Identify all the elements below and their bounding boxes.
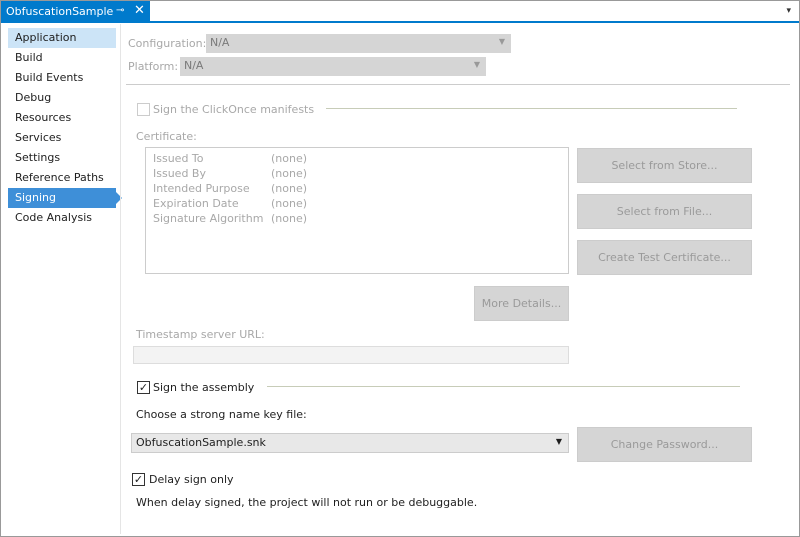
select-from-file-button[interactable]: Select from File...	[577, 194, 752, 229]
tab-obfuscation-sample[interactable]: ObfuscationSample ⊸ ✕	[1, 1, 150, 23]
sidebar-item-services[interactable]: Services	[8, 128, 116, 148]
cert-row: Expiration Date (none)	[153, 197, 308, 210]
configuration-select[interactable]: N/A ▼	[206, 34, 511, 53]
cert-row: Issued To (none)	[153, 152, 308, 165]
sidebar-item-reference-paths[interactable]: Reference Paths	[8, 168, 116, 188]
delay-sign-note: When delay signed, the project will not …	[136, 496, 478, 509]
platform-label: Platform:	[128, 60, 179, 73]
more-details-button[interactable]: More Details...	[474, 286, 569, 321]
configuration-value: N/A	[210, 36, 230, 49]
sidebar-item-settings[interactable]: Settings	[8, 148, 116, 168]
chevron-down-icon: ▼	[555, 437, 562, 446]
clickonce-checkbox[interactable]	[137, 103, 150, 116]
configuration-label: Configuration:	[128, 37, 207, 50]
platform-select[interactable]: N/A ▼	[180, 57, 486, 76]
pin-icon[interactable]: ⊸	[116, 5, 124, 16]
cert-row: Signature Algorithm (none)	[153, 212, 308, 225]
change-password-button[interactable]: Change Password...	[577, 427, 752, 462]
delay-sign-label: Delay sign only	[149, 473, 234, 486]
divider	[126, 84, 790, 85]
sign-assembly-label: Sign the assembly	[153, 381, 255, 394]
sidebar-item-debug[interactable]: Debug	[8, 88, 116, 108]
platform-value: N/A	[184, 59, 204, 72]
chevron-down-icon: ▼	[473, 60, 480, 69]
divider	[267, 386, 740, 387]
certificate-details: Issued To (none) Issued By (none) Intended…	[145, 147, 569, 274]
divider	[326, 108, 737, 109]
cert-row: Intended Purpose (none)	[153, 182, 308, 195]
clickonce-label: Sign the ClickOnce manifests	[153, 103, 315, 116]
sign-assembly-checkbox[interactable]: ✓	[137, 381, 150, 394]
sidebar-item-build[interactable]: Build	[8, 48, 116, 68]
key-file-label: Choose a strong name key file:	[136, 408, 307, 421]
tab-title: ObfuscationSample	[6, 5, 114, 18]
timestamp-label: Timestamp server URL:	[136, 328, 265, 341]
sidebar-item-build-events[interactable]: Build Events	[8, 68, 116, 88]
select-from-store-button[interactable]: Select from Store...	[577, 148, 752, 183]
sidebar-item-application[interactable]: Application	[8, 28, 116, 48]
key-file-select[interactable]: ObfuscationSample.snk ▼	[131, 433, 569, 453]
delay-sign-checkbox[interactable]: ✓	[132, 473, 145, 486]
sidebar-item-resources[interactable]: Resources	[8, 108, 116, 128]
chevron-down-icon: ▼	[498, 37, 505, 46]
sidebar: Application Build Build Events Debug Res…	[8, 28, 122, 228]
close-icon[interactable]: ✕	[134, 3, 145, 18]
sidebar-item-signing[interactable]: Signing	[8, 188, 122, 208]
create-test-certificate-button[interactable]: Create Test Certificate...	[577, 240, 752, 275]
tab-bar: ObfuscationSample ⊸ ✕ ▾	[1, 1, 799, 23]
sidebar-item-code-analysis[interactable]: Code Analysis	[8, 208, 116, 228]
key-file-value: ObfuscationSample.snk	[136, 436, 266, 449]
divider	[120, 24, 121, 534]
tab-overflow-icon[interactable]: ▾	[786, 6, 791, 16]
cert-row: Issued By (none)	[153, 167, 308, 180]
certificate-label: Certificate:	[136, 130, 197, 143]
timestamp-url-input[interactable]	[133, 346, 569, 364]
